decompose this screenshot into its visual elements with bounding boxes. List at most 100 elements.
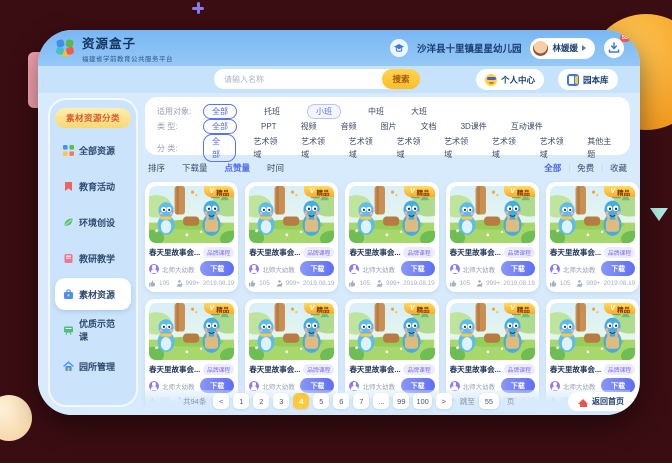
card-thumbnail: V 精品 [550,303,635,360]
sidebar-item-label: 教育活动 [79,180,115,193]
filter-chip[interactable]: 大班 [411,105,427,118]
search-bar-row: 搜索 个人中心 园本库 [38,66,640,93]
garden-library-button[interactable]: 园本库 [558,69,618,90]
sidebar-item-material-resources[interactable]: 素材资源 [55,278,131,310]
resource-card[interactable]: V 精品 春天里故事会... 品牌课程 北师大幼教 下载 105 999+ [345,182,438,292]
school-icon-circle[interactable] [390,39,408,57]
premium-ribbon: V 精品 [504,186,535,197]
sidebar-item-garden-management[interactable]: 园所管理 [55,350,131,382]
sidebar-item-teaching-research[interactable]: 教研教学 [55,242,131,274]
premium-ribbon-label: 精品 [617,304,630,314]
resource-card[interactable]: V 精品 春天里故事会... 品牌课程 北师大幼教 下载 105 999+ [446,182,539,292]
page-number-button[interactable]: 5 [313,393,329,409]
sidebar-item-demo-lessons[interactable]: 优质示范课 [55,314,131,346]
filter-chip[interactable]: 音频 [341,120,357,133]
sort-option[interactable]: 下载量 [182,162,208,174]
filter-chip[interactable]: 艺术领域 [444,135,475,161]
like-count: 105 [560,280,571,287]
filter-chip[interactable]: 互动课件 [511,120,543,133]
filter-chip[interactable]: 小班 [307,104,341,119]
download-count: 999+ [486,280,500,287]
page-number-button[interactable]: 2 [253,393,269,409]
card-author: 北师大幼教 [262,264,297,274]
card-author: 北师大幼教 [463,264,498,274]
filter-chip[interactable]: 其他主题 [587,135,618,161]
card-title[interactable]: 春天里故事会... [550,247,601,258]
card-title[interactable]: 春天里故事会... [249,247,300,258]
filter-chip[interactable]: 全部 [203,104,237,119]
sort-option[interactable]: 点赞量 [225,162,251,174]
filter-chip[interactable]: 全部 [203,134,236,162]
filter-chip[interactable]: 艺术领域 [396,135,427,161]
resource-card[interactable]: V 精品 春天里故事会... 品牌课程 北师大幼教 下载 105 999+ [145,182,238,292]
filter-chip[interactable]: 3D课件 [461,120,487,133]
brand-course-badge: 品牌课程 [303,247,334,258]
author-avatar-icon [349,381,359,391]
jump-page-input[interactable]: 55 [479,393,499,409]
filter-chip[interactable]: 托班 [264,105,280,118]
card-thumbnail: V 精品 [249,303,334,360]
scope-option[interactable]: 全部 [544,162,561,174]
card-download-button[interactable]: 下载 [200,261,234,276]
garden-library-label: 园本库 [583,74,609,86]
sidebar-item-education-activities[interactable]: 教育活动 [55,170,131,202]
filter-chip[interactable]: 视频 [301,120,317,133]
card-stats: 105 999+ 2019.08.19 [149,280,234,287]
leaf-icon [63,217,74,228]
card-title[interactable]: 春天里故事会... [149,247,200,258]
card-download-button[interactable]: 下载 [601,261,635,276]
filter-chip[interactable]: PPT [261,120,277,133]
filter-chip[interactable]: 艺术领域 [301,135,332,161]
filter-chip[interactable]: 艺术领域 [492,135,523,161]
card-download-button[interactable]: 下载 [501,261,535,276]
back-home-button[interactable]: 返回首页 [568,392,634,411]
page-number-button[interactable]: 3 [273,393,289,409]
page-number-button[interactable]: 4 [293,393,309,409]
filter-chip[interactable]: 艺术领域 [349,135,380,161]
card-title[interactable]: 春天里故事会... [550,364,601,375]
card-title[interactable]: 春天里故事会... [450,247,501,258]
search-input[interactable] [214,69,392,89]
filter-chip[interactable]: 中班 [368,105,384,118]
scope-option[interactable]: 免费 [577,162,594,174]
card-title[interactable]: 春天里故事会... [349,247,400,258]
card-date: 2019.08.19 [503,280,535,287]
sort-option[interactable]: 时间 [267,162,284,174]
premium-v-icon: V [510,305,515,312]
page-number-button[interactable]: 6 [333,393,349,409]
next-page-button[interactable]: > [436,393,452,409]
card-thumbnail: V 精品 [550,186,635,243]
scope-option[interactable]: 收藏 [610,162,627,174]
scope-filters: 全部|免费|收藏 [544,162,627,174]
resource-card[interactable]: V 精品 春天里故事会... 品牌课程 北师大幼教 下载 105 999+ [245,182,338,292]
page-number-button[interactable]: 7 [353,393,369,409]
pagination-bar: 共94条 < 1234567...99100 > 跳至 55 页 返回首页 [145,390,630,412]
author-avatar-icon [149,381,159,391]
user-menu[interactable]: 林媛媛 [530,38,595,59]
filter-chip[interactable]: 艺术领域 [253,135,284,161]
page-number-button[interactable]: 1 [233,393,249,409]
card-title[interactable]: 春天里故事会... [450,364,501,375]
resource-card[interactable]: V 精品 春天里故事会... 品牌课程 北师大幼教 下载 105 999+ [546,182,639,292]
premium-ribbon-label: 精品 [216,187,229,197]
card-download-button[interactable]: 下载 [300,261,334,276]
filter-chip[interactable]: 艺术领域 [540,135,571,161]
decor-white-dot [16,436,19,439]
filter-chip[interactable]: 文档 [421,120,437,133]
card-title[interactable]: 春天里故事会... [149,364,200,375]
filter-chip[interactable]: 图片 [381,120,397,133]
search-button[interactable]: 搜索 [382,69,420,89]
page-number-button[interactable]: 99 [393,393,409,409]
filter-chip[interactable]: 全部 [203,119,237,134]
personal-center-button[interactable]: 个人中心 [476,69,544,90]
card-title[interactable]: 春天里故事会... [249,364,300,375]
sidebar-item-all-resources[interactable]: 全部资源 [55,134,131,166]
sidebar-item-environment-creation[interactable]: 环境创设 [55,206,131,238]
page-number-button[interactable]: 100 [413,393,432,409]
card-title[interactable]: 春天里故事会... [349,364,400,375]
card-author: 北师大幼教 [362,381,397,391]
download-center-button[interactable]: 55 [604,38,624,58]
prev-page-button[interactable]: < [213,393,229,409]
emoji-face-icon [485,74,497,86]
card-download-button[interactable]: 下载 [401,261,435,276]
